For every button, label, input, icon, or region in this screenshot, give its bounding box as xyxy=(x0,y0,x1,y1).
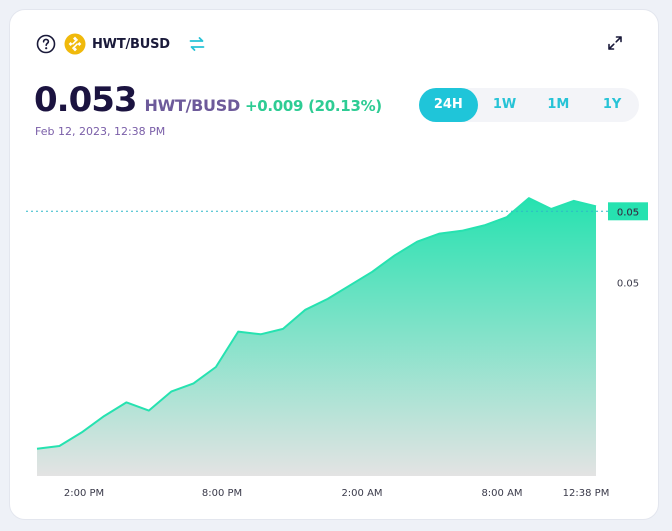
x-tick-label: 8:00 PM xyxy=(202,488,242,499)
y-tick-label: 0.05 xyxy=(617,278,639,289)
y-tick-label: 0.05 xyxy=(617,207,639,218)
x-tick-label: 2:00 PM xyxy=(64,488,104,499)
x-tick-label: 12:38 PM xyxy=(563,488,610,499)
x-tick-label: 2:00 AM xyxy=(341,488,382,499)
price-area-chart: 0.050.050.052:00 PM 8:00 PM 2:00 AM 8:00 AM… xyxy=(26,197,648,499)
price-chart-card: HWT/BUSD 0.053 HWT/BUSD +0.009 (20.13%) … xyxy=(9,9,659,520)
chart-area-fill xyxy=(37,198,596,476)
x-tick-label: 8:00 AM xyxy=(481,488,522,499)
